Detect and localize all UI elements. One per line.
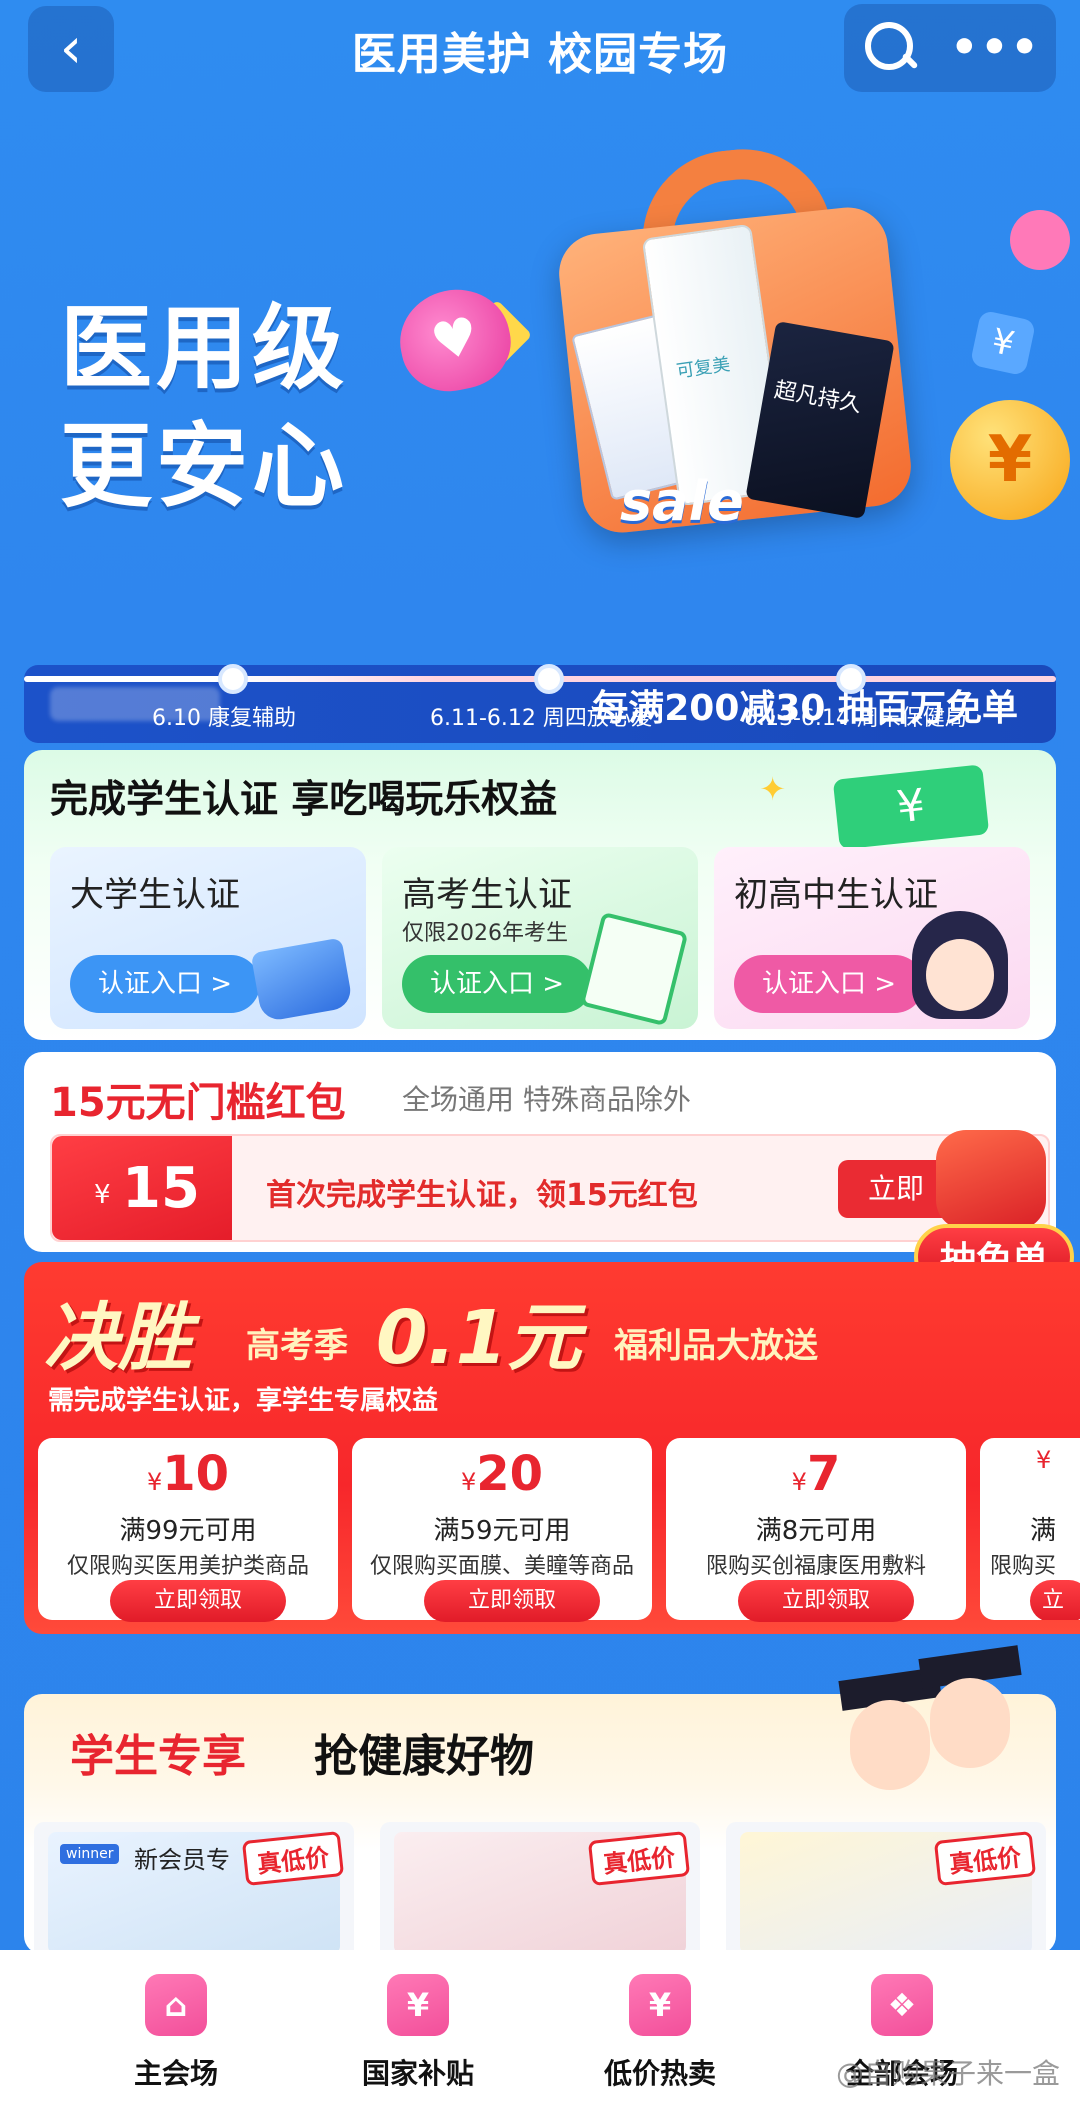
event-timeline: 6.10 康复辅助 6.11-6.12 周四放心爱 6.13-6.14 周末保健… [0, 660, 1080, 740]
packet-title: 15元无门槛红包 [50, 1080, 346, 1126]
coupon-amount: ¥ 15 [52, 1136, 232, 1240]
product-card[interactable]: 真低价 [726, 1822, 1046, 1954]
auth-title: 完成学生认证 享吃喝玩乐权益 [50, 777, 558, 821]
coupon-card[interactable]: ¥20 满59元可用 仅限购买面膜、美瞳等商品 立即领取 [352, 1438, 652, 1622]
coupon-card[interactable]: ¥7 满8元可用 限购买创福康医用敷料 立即领取 [666, 1438, 966, 1622]
product-card[interactable]: winner 新会员专 真低价 [34, 1822, 354, 1954]
gaokao-auth-tile[interactable]: 高考生认证 仅限2026年考生 认证入口 > [382, 847, 698, 1029]
gaokao-price: 0.1元 [376, 1295, 582, 1381]
timeline-label[interactable]: 6.11-6.12 周四放心爱 [430, 700, 653, 732]
gaokao-requirement: 需完成学生认证，享学生专属权益 [48, 1386, 439, 1416]
university-auth-tile[interactable]: 大学生认证 认证入口 > [50, 847, 366, 1029]
red-packet-card: 15元无门槛红包 全场通用 特殊商品除外 ¥ 15 首次完成学生认证，领15元红… [24, 1052, 1056, 1252]
coupon-card[interactable]: ¥10 满99元可用 仅限购买医用美护类商品 立即领取 [38, 1438, 338, 1622]
graduation-cap-icon [250, 937, 354, 1023]
money-bag-icon: ¥ [387, 1974, 449, 2036]
gaokao-headline: 决胜 [44, 1295, 192, 1381]
yen-coin-icon: ¥ [950, 400, 1070, 520]
gaokao-tagline: 福利品大放送 [614, 1326, 818, 1366]
red-packet-coupon[interactable]: ¥ 15 首次完成学生认证，领15元红包 立即 [50, 1134, 1050, 1242]
timeline-label[interactable]: 6.10 康复辅助 [152, 700, 296, 732]
watermark: @自购果子来一盒 [835, 2057, 1060, 2090]
highschool-auth-tile[interactable]: 初高中生认证 认证入口 > [714, 847, 1030, 1029]
coupon-card[interactable]: ¥ 满 限购买 立 [980, 1438, 1080, 1620]
claim-coupon-button[interactable]: 立即领取 [424, 1580, 600, 1622]
timeline-label[interactable]: 6.13-6.14 周末保健局 [744, 700, 967, 732]
coupon-row: ¥10 满99元可用 仅限购买医用美护类商品 立即领取 ¥20 满59元可用 仅… [38, 1438, 1080, 1622]
yen-tile-icon: ¥ [969, 309, 1037, 377]
hero-banner[interactable]: ♥ 医用级 更安心 可复美 超凡持久 sale ¥ ¥ 每满200减30 抽百万… [0, 110, 1080, 743]
flower-decoration [1010, 210, 1070, 270]
mascot-image [936, 1130, 1046, 1230]
student-girl-face [926, 939, 994, 1011]
more-options-button[interactable]: ••• [950, 26, 1040, 70]
timeline-dot [218, 664, 248, 694]
grid-icon: ❖ [871, 1974, 933, 2036]
sale-label: sale [620, 470, 744, 533]
home-icon: ⌂ [145, 1974, 207, 2036]
nav-main-venue[interactable]: ⌂ 主会场 [76, 1974, 276, 2092]
notebook-pen-icon [579, 911, 689, 1027]
timeline-dot [836, 664, 866, 694]
header-actions: ••• [844, 4, 1056, 92]
exclusive-title-red: 学生专享 [70, 1731, 246, 1782]
packet-subtitle: 全场通用 特殊商品除外 [402, 1083, 691, 1116]
student-auth-card: 完成学生认证 享吃喝玩乐权益 ✦ ¥ 大学生认证 认证入口 > 高考生认证 仅限… [24, 750, 1056, 1040]
yen-ticket-icon: ¥ [832, 764, 990, 850]
exclusive-title-black: 抢健康好物 [314, 1731, 534, 1782]
timeline-dot [534, 664, 564, 694]
auth-entry-button[interactable]: 认证入口 > [402, 955, 592, 1013]
claim-coupon-button[interactable]: 立即领取 [110, 1580, 286, 1622]
coupon-description: 首次完成学生认证，领15元红包 [266, 1178, 698, 1213]
search-icon[interactable] [859, 18, 919, 78]
top-bar: ‹ 医用美护 校园专场 ••• [0, 0, 1080, 110]
auth-entry-button[interactable]: 认证入口 > [734, 955, 924, 1013]
auth-entry-button[interactable]: 认证入口 > [70, 955, 260, 1013]
graduates-illustration [830, 1642, 1022, 1802]
nav-national-subsidy[interactable]: ¥ 国家补贴 [318, 1974, 518, 2092]
product-card[interactable]: 真低价 [380, 1822, 700, 1954]
sparkle-icon: ✦ [759, 770, 786, 808]
hero-headline: 医用级 更安心 [60, 295, 349, 520]
heartbeat-heart-icon: ♥ [390, 279, 520, 401]
gaokao-promo-section: 决胜 高考季 0.1元 福利品大放送 需完成学生认证，享学生专属权益 ¥10 满… [24, 1262, 1080, 1634]
claim-coupon-button[interactable]: 立即领取 [738, 1580, 914, 1622]
claim-coupon-button[interactable]: 立 [1030, 1580, 1080, 1620]
nav-low-price-hot[interactable]: ¥ 低价热卖 [560, 1974, 760, 2092]
price-down-icon: ¥ [629, 1974, 691, 2036]
gaokao-season: 高考季 [246, 1326, 348, 1366]
